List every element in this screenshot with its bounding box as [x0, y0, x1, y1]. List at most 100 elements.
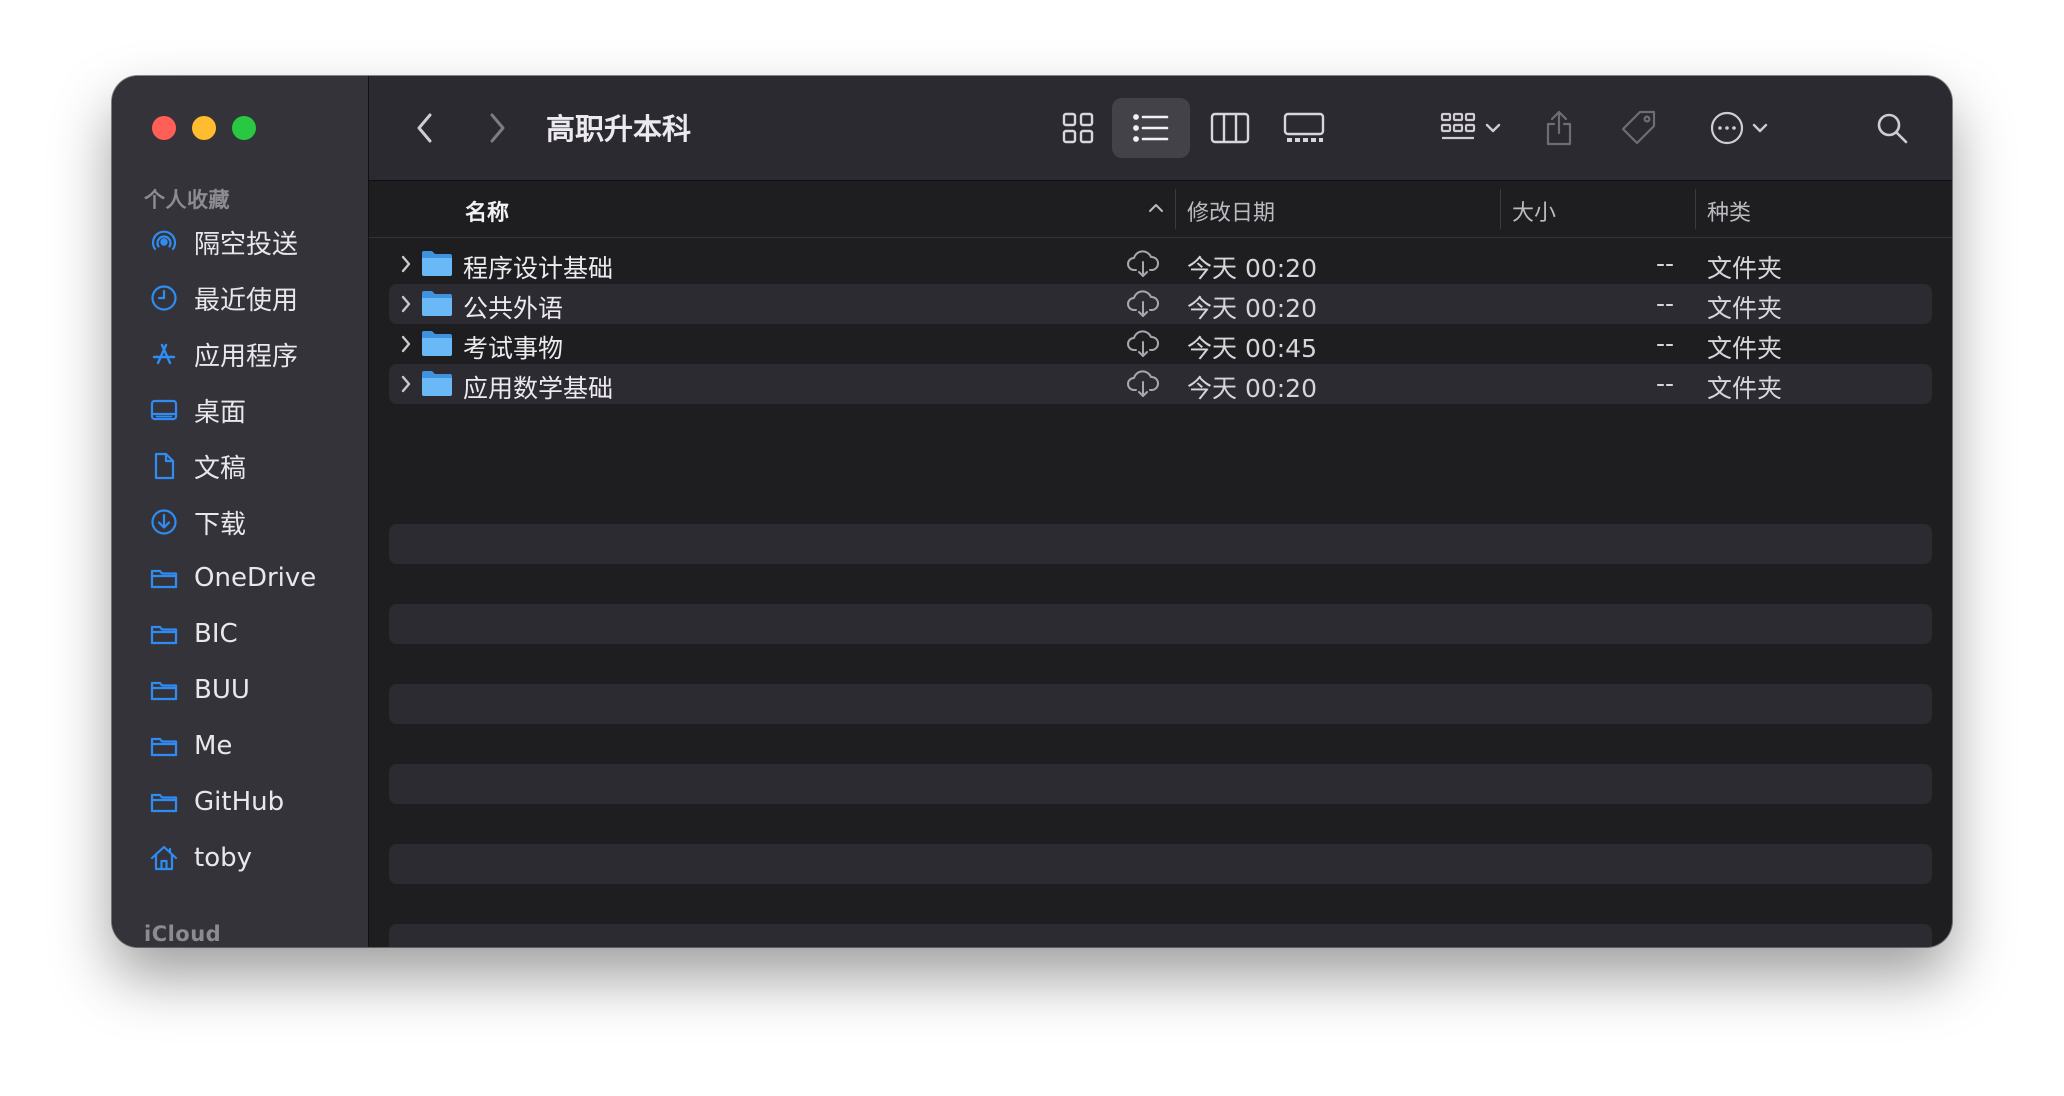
download-icon [148, 506, 180, 538]
file-name: 应用数学基础 [463, 374, 614, 403]
tag-button[interactable] [1617, 98, 1661, 158]
cloud-download-icon[interactable] [1126, 250, 1160, 282]
forward-button[interactable] [477, 98, 517, 158]
grid-icon [1062, 112, 1094, 144]
file-row[interactable]: 程序设计基础 今天 00:20 -- 文件夹 [389, 244, 1932, 284]
empty-row-stripe [389, 524, 1932, 564]
disclosure-chevron-icon[interactable] [399, 294, 413, 318]
file-row[interactable]: 应用数学基础 今天 00:20 -- 文件夹 [389, 364, 1932, 404]
list-view-button[interactable] [1112, 98, 1190, 158]
sidebar-item-label: OneDrive [194, 563, 317, 593]
cloud-download-icon[interactable] [1126, 330, 1160, 362]
folder-icon [421, 289, 453, 321]
applications-icon [148, 338, 180, 370]
search-icon [1877, 113, 1908, 144]
search-button[interactable] [1872, 98, 1912, 158]
group-button[interactable] [1431, 98, 1511, 158]
favorites-section-label: 个人收藏 [144, 188, 230, 212]
sidebar-item-airdrop[interactable]: 隔空投送 [112, 214, 368, 270]
zoom-button[interactable] [232, 116, 256, 140]
empty-row-stripe [389, 924, 1932, 947]
folder-icon [148, 786, 180, 818]
sort-ascending-icon[interactable] [1147, 199, 1165, 218]
sidebar: 个人收藏 隔空投送 最近使用 应用程序 桌面 文稿 下载 OneDrive BI… [112, 76, 369, 947]
chevron-down-icon [1752, 123, 1768, 133]
column-view-button[interactable] [1199, 98, 1261, 158]
sidebar-item-buu[interactable]: BUU [112, 662, 368, 718]
more-actions-button[interactable] [1699, 98, 1779, 158]
sidebar-item-onedrive[interactable]: OneDrive [112, 550, 368, 606]
sidebar-item-label: 隔空投送 [194, 229, 299, 260]
share-icon [1546, 110, 1572, 146]
sidebar-item-toby[interactable]: toby [112, 830, 368, 886]
folder-icon [421, 329, 453, 361]
sidebar-item-label: BIC [194, 619, 238, 649]
gallery-view-button[interactable] [1271, 98, 1337, 158]
sidebar-item-desktop[interactable]: 桌面 [112, 382, 368, 438]
chevron-right-icon [490, 113, 505, 143]
ellipsis-circle-icon [1710, 111, 1744, 145]
file-date: 今天 00:20 [1187, 254, 1317, 283]
folder-icon [148, 730, 180, 762]
icon-view-button[interactable] [1050, 98, 1106, 158]
sidebar-item-label: 应用程序 [194, 341, 299, 372]
empty-row-stripe [389, 604, 1932, 644]
file-size: -- [1655, 249, 1674, 278]
cloud-download-icon[interactable] [1126, 290, 1160, 322]
cloud-download-icon[interactable] [1126, 370, 1160, 402]
clock-icon [148, 282, 180, 314]
disclosure-chevron-icon[interactable] [399, 374, 413, 398]
sidebar-item-applications[interactable]: 应用程序 [112, 326, 368, 382]
file-row[interactable]: 公共外语 今天 00:20 -- 文件夹 [389, 284, 1932, 324]
sidebar-item-downloads[interactable]: 下载 [112, 494, 368, 550]
column-divider[interactable] [1695, 189, 1696, 229]
chevron-left-icon [417, 113, 432, 143]
minimize-button[interactable] [192, 116, 216, 140]
sidebar-item-label: 桌面 [194, 397, 247, 428]
column-divider[interactable] [1175, 189, 1176, 229]
column-divider[interactable] [1500, 189, 1501, 229]
airdrop-icon [148, 226, 180, 258]
sidebar-item-me[interactable]: Me [112, 718, 368, 774]
tag-icon [1621, 110, 1656, 145]
empty-row-stripe [389, 684, 1932, 724]
sidebar-item-documents[interactable]: 文稿 [112, 438, 368, 494]
file-size: -- [1655, 369, 1674, 398]
column-header-date[interactable]: 修改日期 [1187, 195, 1275, 227]
column-header-name[interactable]: 名称 [465, 195, 509, 227]
disclosure-chevron-icon[interactable] [399, 334, 413, 358]
back-button[interactable] [405, 98, 445, 158]
disclosure-chevron-icon[interactable] [399, 254, 413, 278]
file-date: 今天 00:20 [1187, 294, 1317, 323]
empty-row-stripe [389, 764, 1932, 804]
sidebar-item-github[interactable]: GitHub [112, 774, 368, 830]
share-button[interactable] [1539, 98, 1579, 158]
document-icon [148, 450, 180, 482]
column-header-kind[interactable]: 种类 [1707, 195, 1751, 227]
folder-icon [421, 369, 453, 401]
column-header: 名称 修改日期 大小 种类 [369, 181, 1952, 238]
sidebar-item-recents[interactable]: 最近使用 [112, 270, 368, 326]
sidebar-item-bic[interactable]: BIC [112, 606, 368, 662]
group-icon [1440, 112, 1476, 140]
sidebar-item-label: BUU [194, 675, 250, 705]
sidebar-item-label: 下载 [194, 509, 247, 540]
file-size: -- [1655, 289, 1674, 318]
folder-icon [148, 674, 180, 706]
file-date: 今天 00:45 [1187, 334, 1317, 363]
chevron-down-icon [1485, 123, 1501, 133]
file-size: -- [1655, 329, 1674, 358]
folder-icon [421, 249, 453, 281]
folder-icon [148, 562, 180, 594]
sidebar-list: 隔空投送 最近使用 应用程序 桌面 文稿 下载 OneDrive BIC BUU… [112, 214, 368, 886]
file-row[interactable]: 考试事物 今天 00:45 -- 文件夹 [389, 324, 1932, 364]
sidebar-item-label: Me [194, 731, 233, 761]
folder-icon [148, 618, 180, 650]
file-name: 程序设计基础 [463, 254, 614, 283]
close-button[interactable] [152, 116, 176, 140]
sidebar-item-label: 文稿 [194, 453, 247, 484]
icloud-section-label: iCloud [144, 922, 222, 946]
toolbar: 高职升本科 [369, 76, 1952, 181]
column-header-size[interactable]: 大小 [1512, 195, 1556, 227]
file-kind: 文件夹 [1707, 374, 1783, 403]
